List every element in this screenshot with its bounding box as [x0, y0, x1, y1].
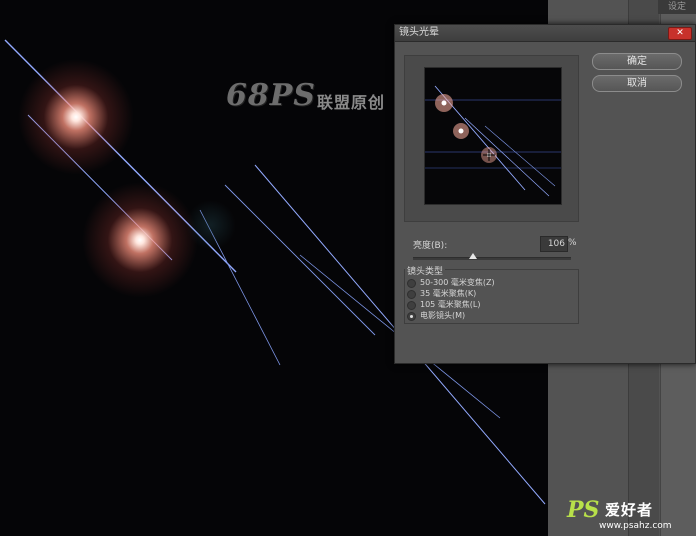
diagonal-streak [224, 184, 376, 336]
lens-option-label: 50-300 毫米变焦(Z) [420, 278, 495, 287]
brightness-slider[interactable] [413, 257, 571, 260]
close-icon: ✕ [676, 28, 684, 38]
radio-icon[interactable] [407, 290, 416, 299]
brightness-unit: % [568, 238, 577, 248]
watermark-text: 联盟原创 [317, 93, 386, 112]
close-button[interactable]: ✕ [668, 27, 692, 40]
preview-streak [464, 117, 550, 197]
brightness-slider-thumb[interactable] [469, 253, 478, 259]
brightness-label: 亮度(B): [413, 241, 448, 251]
ok-button[interactable]: 确定 [592, 53, 682, 70]
brightness-input[interactable] [540, 236, 568, 252]
cancel-button[interactable]: 取消 [592, 75, 682, 92]
preview-flare-core [458, 128, 464, 134]
preview-frame [404, 55, 579, 222]
lens-option-movie-prime[interactable]: 电影镜头(M) [407, 311, 567, 322]
radio-icon[interactable] [407, 301, 416, 310]
panel-tab[interactable]: 设定 [658, 0, 696, 14]
radio-icon[interactable] [407, 312, 416, 321]
lens-option-label: 105 毫米聚焦(L) [420, 300, 481, 309]
dialog-title: 镜头光晕 [399, 27, 439, 38]
diagonal-streak [199, 209, 281, 366]
site-watermark: PS 爱好者 www.psahz.com [567, 497, 696, 536]
watermark-logo: PS [567, 497, 600, 523]
lens-type-title: 镜头类型 [405, 264, 446, 277]
dialog-titlebar[interactable]: 镜头光晕 ✕ [395, 25, 695, 42]
lens-option-label: 电影镜头(M) [420, 311, 466, 320]
preview-flare-core [441, 100, 447, 106]
photoshop-workspace: 68PS 联盟原创 设定 镜头光晕 ✕ 确定 取消 亮度(B): 106 % 镜… [0, 0, 696, 536]
watermark-text: 爱好者 [605, 501, 654, 519]
lens-option-label: 35 毫米聚焦(K) [420, 289, 477, 298]
lens-option-105[interactable]: 105 毫米聚焦(L) [407, 300, 567, 311]
lens-option-50-300[interactable]: 50-300 毫米变焦(Z) [407, 278, 567, 289]
lens-option-35[interactable]: 35 毫米聚焦(K) [407, 289, 567, 300]
radio-icon[interactable] [407, 279, 416, 288]
diagonal-streak [27, 114, 173, 261]
flare-preview[interactable] [424, 67, 562, 205]
watermark-logo: 68PS [226, 78, 316, 113]
lens-flare-dialog: 镜头光晕 ✕ 确定 取消 亮度(B): 106 % 镜头类型 50-300 毫米… [394, 24, 696, 364]
preview-streaks [425, 85, 561, 197]
watermark-url: www.psahz.com [599, 521, 672, 531]
diagonal-streak [4, 39, 237, 273]
